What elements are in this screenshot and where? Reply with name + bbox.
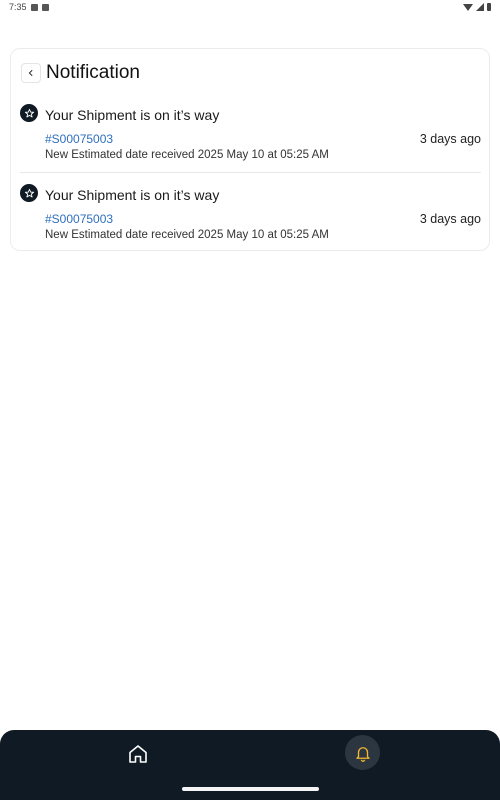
notification-title: Your Shipment is on it’s way <box>45 187 220 203</box>
status-time: 7:35 <box>9 2 27 12</box>
star-icon <box>20 184 38 202</box>
header: Notification <box>21 62 140 84</box>
sim-card-icon <box>41 3 49 11</box>
shipment-id-link[interactable]: #S00075003 <box>45 212 113 226</box>
back-button[interactable] <box>21 63 41 83</box>
home-icon <box>129 745 147 763</box>
notification-indicator-icon <box>30 3 38 11</box>
notification-title: Your Shipment is on it’s way <box>45 107 220 123</box>
star-icon <box>20 104 38 122</box>
wifi-icon <box>463 3 473 11</box>
page-title: Notification <box>46 62 140 83</box>
status-bar: 7:35 <box>0 0 500 14</box>
chevron-left-icon <box>28 69 33 77</box>
bottom-nav <box>0 730 500 800</box>
divider <box>20 172 481 173</box>
nav-home-button[interactable] <box>126 742 150 766</box>
gesture-bar[interactable] <box>182 787 319 791</box>
signal-icon <box>476 3 484 11</box>
shipment-id-link[interactable]: #S00075003 <box>45 132 113 146</box>
bell-icon <box>355 746 370 762</box>
battery-icon <box>487 3 491 11</box>
notification-time: 3 days ago <box>419 132 481 146</box>
notification-time: 3 days ago <box>419 212 481 226</box>
notification-description: New Estimated date received 2025 May 10 … <box>45 149 329 161</box>
nav-notifications-button[interactable] <box>345 735 380 770</box>
notification-card: Notification Your Shipment is on it’s wa… <box>10 48 490 251</box>
notification-description: New Estimated date received 2025 May 10 … <box>45 229 329 241</box>
